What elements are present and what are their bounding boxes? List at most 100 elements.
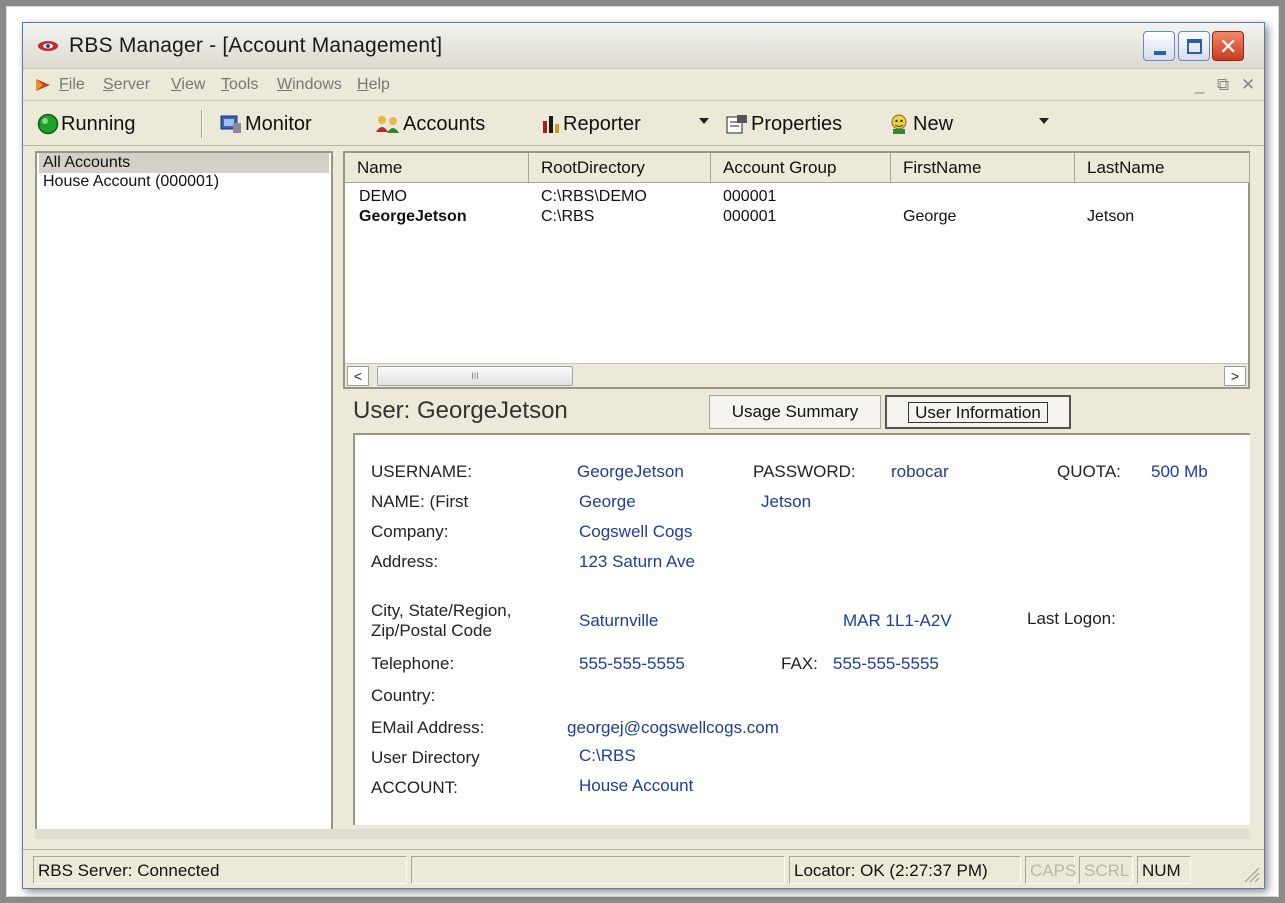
tab-user-information-label: User Information bbox=[908, 402, 1048, 423]
last-name-value: Jetson bbox=[761, 492, 812, 511]
fax-value: 555-555-5555 bbox=[833, 654, 939, 673]
properties-label: Properties bbox=[751, 112, 843, 135]
telephone-value: 555-555-5555 bbox=[579, 654, 685, 673]
telephone-label: Telephone: bbox=[371, 654, 455, 673]
close-button[interactable]: ✕ bbox=[1212, 31, 1244, 61]
monitor-button[interactable]: Monitor bbox=[219, 110, 312, 138]
menu-bar: File Server View Tools Windows Help _ ⧉ … bbox=[23, 69, 1264, 101]
close-icon: ✕ bbox=[1219, 34, 1238, 59]
column-header-account-group[interactable]: Account Group bbox=[711, 153, 891, 183]
tree-item-house-account[interactable]: House Account (000001) bbox=[39, 172, 329, 192]
table-row[interactable]: DEMO C:\RBS\DEMO 000001 bbox=[345, 188, 1248, 206]
email-value: georgej@cogswellcogs.com bbox=[567, 718, 779, 737]
app-logo-icon bbox=[38, 41, 58, 51]
app-window: RBS Manager - [Account Management] ✕ Fil… bbox=[22, 22, 1265, 889]
cell-name: GeorgeJetson bbox=[359, 208, 467, 225]
scroll-left-button[interactable]: < bbox=[347, 366, 369, 386]
list-header: Name RootDirectory Account Group FirstNa… bbox=[345, 153, 1250, 183]
user-detail-title: User: GeorgeJetson bbox=[353, 397, 568, 424]
address-label: Address: bbox=[371, 552, 439, 571]
maximize-button[interactable] bbox=[1178, 31, 1210, 61]
menu-help[interactable]: Help bbox=[357, 76, 390, 94]
cell-last: Jetson bbox=[1087, 208, 1135, 225]
account-tree: All Accounts House Account (000001) bbox=[35, 151, 333, 839]
menu-server[interactable]: Server bbox=[103, 76, 150, 94]
username-value: GeorgeJetson bbox=[577, 462, 684, 481]
status-empty-pane bbox=[411, 856, 785, 884]
reporter-button[interactable]: Reporter bbox=[541, 110, 641, 138]
menu-arrow-icon[interactable] bbox=[35, 78, 51, 92]
new-button[interactable]: New bbox=[887, 110, 953, 138]
new-user-icon bbox=[891, 114, 907, 134]
tab-user-information[interactable]: User Information bbox=[885, 395, 1071, 429]
title-bar[interactable]: RBS Manager - [Account Management] ✕ bbox=[23, 23, 1264, 69]
server-status: RBS Server: Connected bbox=[33, 856, 407, 884]
scroll-thumb[interactable]: III bbox=[377, 366, 573, 386]
user-directory-value: C:\RBS bbox=[579, 746, 636, 765]
menu-windows[interactable]: Windows bbox=[277, 76, 342, 94]
username-label: USERNAME: bbox=[371, 462, 473, 481]
accounts-button[interactable]: Accounts bbox=[375, 110, 485, 138]
city-value: Saturnville bbox=[579, 611, 659, 630]
password-label: PASSWORD: bbox=[753, 462, 856, 481]
reporter-icon bbox=[543, 116, 559, 133]
scroll-right-button[interactable]: > bbox=[1224, 366, 1246, 386]
cell-group: 000001 bbox=[723, 208, 777, 225]
email-label: EMail Address: bbox=[371, 718, 485, 737]
fax-label: FAX: bbox=[781, 654, 818, 673]
address-value: 123 Saturn Ave bbox=[579, 552, 695, 571]
account-label: ACCOUNT: bbox=[371, 778, 458, 797]
name-label: NAME: (First bbox=[371, 492, 469, 511]
cell-name: DEMO bbox=[359, 188, 407, 205]
menu-tools[interactable]: Tools bbox=[221, 76, 258, 94]
city-state-label-line2: Zip/Postal Code bbox=[371, 621, 492, 640]
window-title: RBS Manager - [Account Management] bbox=[69, 34, 443, 57]
cell-root: C:\RBS bbox=[541, 208, 595, 225]
cell-root: C:\RBS\DEMO bbox=[541, 188, 647, 205]
user-directory-label: User Directory bbox=[371, 748, 480, 767]
tree-item-all-accounts[interactable]: All Accounts bbox=[39, 153, 329, 173]
reporter-dropdown-icon[interactable] bbox=[699, 118, 709, 124]
quota-label: QUOTA: bbox=[1057, 462, 1121, 481]
mdi-minimize-button[interactable]: _ bbox=[1195, 75, 1204, 95]
horizontal-scrollbar[interactable]: < III > bbox=[345, 363, 1248, 387]
running-label: Running bbox=[61, 112, 136, 135]
country-label: Country: bbox=[371, 686, 436, 705]
accounts-label: Accounts bbox=[403, 112, 486, 135]
cell-first: George bbox=[903, 208, 957, 225]
toolbar: Running Monitor Accounts Reporter Proper… bbox=[23, 102, 1264, 146]
company-value: Cogswell Cogs bbox=[579, 522, 693, 541]
column-header-rootdirectory[interactable]: RootDirectory bbox=[529, 153, 711, 183]
toolbar-separator bbox=[201, 110, 203, 138]
properties-button[interactable]: Properties bbox=[725, 110, 842, 138]
resize-grip-icon[interactable] bbox=[1242, 865, 1260, 883]
minimize-button[interactable] bbox=[1143, 31, 1175, 61]
num-indicator: NUM bbox=[1137, 856, 1191, 884]
pane-divider bbox=[35, 829, 1250, 839]
status-bar: RBS Server: Connected Locator: OK (2:27:… bbox=[23, 849, 1264, 887]
table-row[interactable]: GeorgeJetson C:\RBS 000001 George Jetson bbox=[345, 208, 1248, 226]
accounts-list: Name RootDirectory Account Group FirstNa… bbox=[343, 151, 1250, 389]
running-button[interactable]: Running bbox=[37, 110, 136, 138]
first-name-value: George bbox=[579, 492, 636, 511]
column-header-name[interactable]: Name bbox=[345, 153, 529, 183]
mdi-restore-button[interactable]: ⧉ bbox=[1217, 75, 1229, 95]
mdi-close-button[interactable]: ✕ bbox=[1241, 75, 1255, 95]
last-logon-label: Last Logon: bbox=[1027, 609, 1116, 628]
account-value: House Account bbox=[579, 776, 694, 795]
reporter-label: Reporter bbox=[563, 112, 641, 135]
new-dropdown-icon[interactable] bbox=[1039, 118, 1049, 124]
column-header-lastname[interactable]: LastName bbox=[1075, 153, 1250, 183]
column-header-firstname[interactable]: FirstName bbox=[891, 153, 1075, 183]
properties-icon bbox=[726, 115, 747, 134]
scrl-indicator: SCRL bbox=[1079, 856, 1133, 884]
menu-file[interactable]: File bbox=[59, 76, 85, 94]
monitor-icon bbox=[220, 115, 241, 133]
accounts-icon bbox=[376, 116, 399, 133]
zip-value: MAR 1L1-A2V bbox=[843, 611, 952, 630]
menu-view[interactable]: View bbox=[171, 76, 205, 94]
tab-usage-summary[interactable]: Usage Summary bbox=[709, 395, 881, 429]
minimize-icon bbox=[1154, 51, 1166, 55]
running-status-icon bbox=[37, 113, 59, 135]
city-state-label-line1: City, State/Region, bbox=[371, 601, 512, 620]
